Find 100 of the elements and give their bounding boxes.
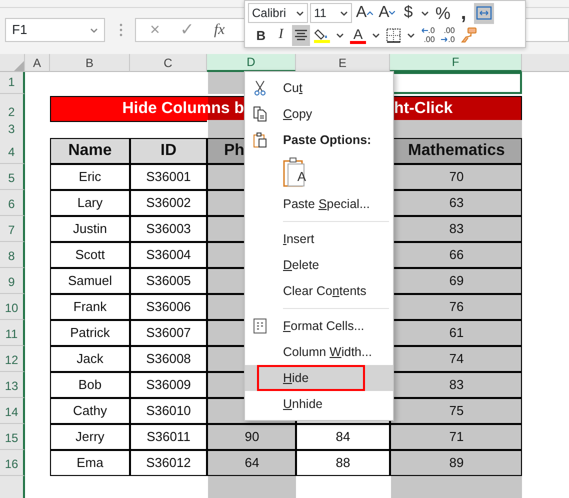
font-size-dropdown[interactable]: 11 — [310, 3, 352, 23]
row-number[interactable]: 13 — [0, 372, 25, 398]
table-cell: S36011 — [130, 424, 207, 450]
table-cell: Frank — [50, 294, 130, 320]
row-number[interactable]: 11 — [0, 320, 25, 346]
insert-function-button[interactable]: fx — [214, 18, 225, 42]
bold-button[interactable]: B — [252, 24, 270, 46]
column-header[interactable]: D — [207, 54, 296, 72]
table-cell: S36007 — [130, 320, 207, 346]
caret-icon — [421, 10, 430, 16]
row-number[interactable]: 9 — [0, 268, 25, 294]
column-header[interactable]: A — [25, 54, 50, 72]
table-cell: S36003 — [130, 216, 207, 242]
font-name: Calibri — [252, 5, 286, 22]
table-cell: Samuel — [50, 268, 130, 294]
table-cell: Cathy — [50, 398, 130, 424]
menu-item[interactable]: Paste Special... — [245, 191, 393, 217]
table-cell: Scott — [50, 242, 130, 268]
clipboard-icon — [253, 132, 267, 148]
column-heading: Name — [50, 138, 130, 164]
caret-icon — [336, 32, 344, 38]
decrease-decimal-button[interactable]: .00 .0 — [439, 24, 457, 46]
font-size: 11 — [314, 5, 326, 22]
italic-button[interactable]: I — [272, 24, 290, 46]
menu-item[interactable]: Unhide — [245, 391, 393, 417]
table-cell: S36002 — [130, 190, 207, 216]
menu-item[interactable]: Copy — [245, 101, 393, 127]
right-arrow-icon — [441, 37, 448, 42]
table-cell: 64 — [207, 450, 296, 476]
shrink-font-button[interactable]: A — [376, 2, 398, 24]
format-cells-icon — [253, 318, 267, 334]
table-cell: 84 — [296, 424, 390, 450]
column-heading: ID — [130, 138, 207, 164]
caret-icon — [407, 32, 415, 38]
table-cell: Eric — [50, 164, 130, 190]
row-number[interactable]: 10 — [0, 294, 25, 320]
grow-font-button[interactable]: A — [354, 2, 375, 24]
row-number[interactable]: 12 — [0, 346, 25, 372]
menu-item[interactable]: Column Width... — [245, 339, 393, 365]
table-cell: S36008 — [130, 346, 207, 372]
font-color-button[interactable]: A — [348, 24, 368, 46]
borders-icon — [386, 28, 401, 42]
row-number[interactable]: 8 — [0, 242, 25, 268]
menu-item[interactable]: Clear Contents — [245, 278, 393, 304]
menu-item[interactable]: Cut — [245, 75, 393, 101]
table-cell: Patrick — [50, 320, 130, 346]
menu-item[interactable]: Format Cells... — [245, 313, 393, 339]
down-caret-icon — [389, 11, 396, 15]
caret-icon — [372, 32, 380, 38]
title-text: ht-Click — [394, 99, 453, 119]
row-number[interactable]: 4 — [0, 138, 25, 164]
font-dropdown[interactable]: Calibri — [248, 3, 308, 23]
menu-item[interactable]: Delete — [245, 252, 393, 278]
paintbrush-icon — [461, 27, 477, 43]
clipboard-icon — [282, 156, 306, 188]
table-cell: 71 — [390, 424, 522, 450]
center-align-button[interactable] — [292, 24, 310, 46]
comma-style-button[interactable]: , — [454, 2, 472, 24]
percent-button[interactable]: % — [433, 2, 452, 24]
table-cell: S36012 — [130, 450, 207, 476]
up-caret-icon — [366, 11, 373, 15]
column-header[interactable]: C — [130, 54, 207, 72]
column-header[interactable]: B — [50, 54, 130, 72]
left-arrow-icon — [421, 28, 428, 33]
caret-icon — [340, 10, 348, 16]
menu-item[interactable]: Insert — [245, 226, 393, 252]
row-number[interactable]: 5 — [0, 164, 25, 190]
table-cell: Ema — [50, 450, 130, 476]
row-number[interactable]: 1 — [0, 72, 25, 94]
table-cell: S36001 — [130, 164, 207, 190]
name-box[interactable]: F1 — [5, 18, 105, 42]
table-cell: 90 — [207, 424, 296, 450]
wrap-text-button[interactable] — [474, 2, 494, 24]
row-header-background — [0, 476, 25, 498]
title-text: Hide Columns b — [121, 99, 244, 119]
column-header[interactable]: E — [296, 54, 390, 72]
table-cell: Bob — [50, 372, 130, 398]
table-cell: Justin — [50, 216, 130, 242]
column-header[interactable]: F — [390, 54, 522, 72]
table-cell: S36004 — [130, 242, 207, 268]
copy-icon — [253, 106, 267, 122]
table-cell: S36006 — [130, 294, 207, 320]
row-number[interactable]: 14 — [0, 398, 25, 424]
row-number[interactable]: 15 — [0, 424, 25, 450]
table-cell: Jack — [50, 346, 130, 372]
cell-reference: F1 — [12, 21, 28, 40]
menu-item[interactable]: Hide — [245, 365, 393, 391]
center-align-icon — [294, 29, 308, 41]
table-cell: 88 — [296, 450, 390, 476]
row-number[interactable]: 7 — [0, 216, 25, 242]
wrap-text-icon — [476, 6, 492, 20]
format-painter-button[interactable] — [459, 24, 479, 46]
row-number[interactable]: 6 — [0, 190, 25, 216]
table-cell: Lary — [50, 190, 130, 216]
caret-icon — [296, 10, 304, 16]
row-number[interactable]: 16 — [0, 450, 25, 476]
currency-button[interactable]: $ — [399, 2, 418, 24]
table-cell: 89 — [390, 450, 522, 476]
table-cell: S36005 — [130, 268, 207, 294]
increase-decimal-button[interactable]: .0 .00 — [419, 24, 437, 46]
